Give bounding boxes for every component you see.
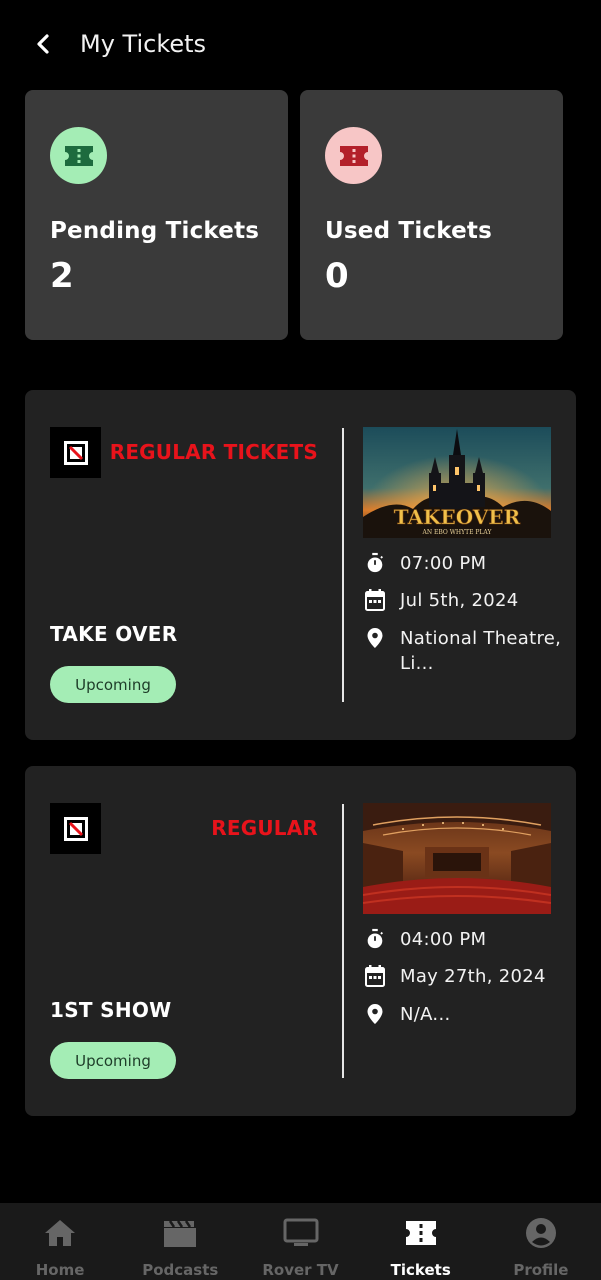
event-date: Jul 5th, 2024 (400, 590, 519, 611)
pending-tickets-count: 2 (50, 256, 74, 296)
used-ticket-icon-badge (325, 127, 382, 184)
event-time: 07:00 PM (400, 553, 487, 574)
event-date: May 27th, 2024 (400, 966, 546, 987)
used-tickets-label: Used Tickets (325, 218, 493, 244)
event-date-row: Jul 5th, 2024 (363, 588, 519, 613)
back-button[interactable] (28, 28, 58, 60)
ticket-card[interactable]: REGULAR TICKETS TAKE OVER Upcoming TAKEO… (25, 390, 576, 740)
used-tickets-count: 0 (325, 256, 349, 296)
ticket-icon (64, 145, 93, 166)
ticket-type-label: REGULAR TICKETS (109, 440, 318, 464)
logo-icon (63, 440, 88, 465)
ticket-divider (342, 804, 344, 1078)
pending-tickets-label: Pending Tickets (50, 218, 260, 244)
page-title: My Tickets (80, 30, 207, 58)
pending-tickets-card[interactable]: Pending Tickets 2 (25, 90, 288, 340)
poster-subtitle: AN EBO WHYTE PLAY (422, 529, 493, 536)
location-pin-icon (363, 626, 387, 650)
status-badge: Upcoming (50, 1042, 176, 1079)
ticket-card[interactable]: REGULAR 1ST SHOW Upcoming 04:00 PM May 2… (25, 766, 576, 1116)
event-name: 1ST SHOW (50, 998, 172, 1022)
event-location: National Theatre, Li... (400, 628, 562, 674)
organizer-logo (50, 427, 101, 478)
ticket-icon (403, 1215, 439, 1251)
app-header: My Tickets (0, 0, 601, 90)
clapperboard-icon (162, 1215, 198, 1251)
nav-label: Podcasts (142, 1261, 219, 1279)
home-icon (42, 1215, 78, 1251)
tv-icon (283, 1215, 319, 1251)
logo-icon (63, 816, 88, 841)
event-venue-image (363, 803, 551, 914)
nav-label: Home (35, 1261, 85, 1279)
ticket-icon (339, 145, 368, 166)
organizer-logo (50, 803, 101, 854)
ticket-type-label: REGULAR (211, 816, 318, 840)
event-time-row: 04:00 PM (363, 927, 486, 952)
status-badge: Upcoming (50, 666, 176, 703)
nav-label: Tickets (390, 1261, 451, 1279)
location-pin-icon (363, 1002, 387, 1026)
chevron-left-icon (37, 34, 49, 54)
stopwatch-icon (363, 927, 387, 951)
event-name: TAKE OVER (50, 622, 178, 646)
pending-ticket-icon-badge (50, 127, 107, 184)
event-time-row: 07:00 PM (363, 551, 486, 576)
calendar-icon (363, 964, 387, 988)
ticket-divider (342, 428, 344, 702)
profile-icon (523, 1215, 559, 1251)
nav-label: Rover TV (262, 1261, 339, 1279)
event-date-row: May 27th, 2024 (363, 964, 546, 989)
nav-label: Profile (513, 1261, 569, 1279)
nav-item-rover-tv[interactable]: Rover TV (240, 1203, 360, 1280)
event-location-row: N/A... (363, 1002, 570, 1027)
calendar-icon (363, 588, 387, 612)
bottom-nav: Home Podcasts Rover TV Tickets Profile (0, 1203, 601, 1280)
nav-item-podcasts[interactable]: Podcasts (120, 1203, 240, 1280)
event-time: 04:00 PM (400, 929, 487, 950)
stopwatch-icon (363, 551, 387, 575)
poster-title: TAKEOVER (394, 505, 521, 529)
event-poster-image: TAKEOVER AN EBO WHYTE PLAY (363, 427, 551, 538)
used-tickets-card[interactable]: Used Tickets 0 (300, 90, 563, 340)
event-location: N/A... (400, 1004, 451, 1025)
nav-item-tickets[interactable]: Tickets (361, 1203, 481, 1280)
event-location-row: National Theatre, Li... (363, 626, 570, 676)
nav-item-home[interactable]: Home (0, 1203, 120, 1280)
nav-item-profile[interactable]: Profile (481, 1203, 601, 1280)
